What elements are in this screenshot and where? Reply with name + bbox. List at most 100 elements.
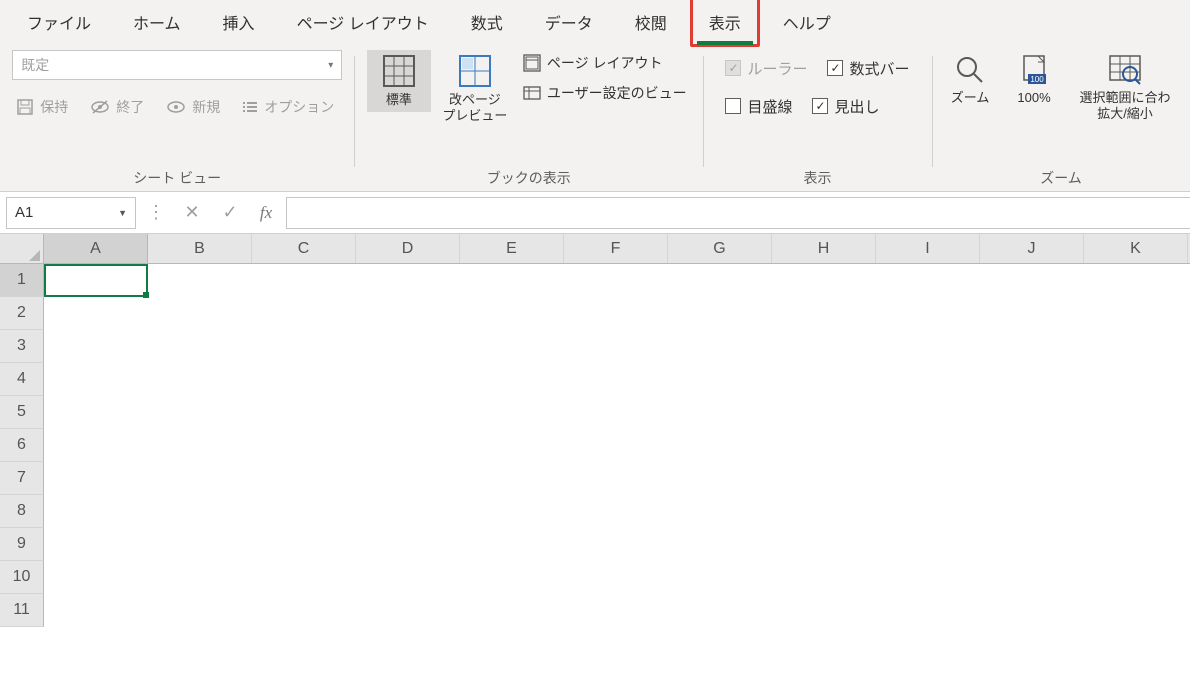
normal-view-icon <box>382 54 416 88</box>
gridlines-label: 目盛線 <box>747 96 792 117</box>
name-box-value: A1 <box>15 204 33 221</box>
spreadsheet-grid: A B C D E F G H I J K 1 2 3 4 5 6 7 8 9 … <box>0 234 1190 695</box>
row-header[interactable]: 2 <box>0 297 44 330</box>
zoom-label: ズーム <box>951 90 990 106</box>
page-layout-view-label: ページ レイアウト <box>547 53 663 73</box>
formula-bar-checkbox[interactable]: 数式バー <box>825 56 911 80</box>
column-header[interactable]: H <box>772 234 876 263</box>
column-header[interactable]: F <box>564 234 668 263</box>
group-zoom-label: ズーム <box>1040 167 1082 189</box>
formula-bar-row: A1 ▼ ⋮ ✕ ✓ fx <box>0 192 1190 234</box>
page-layout-icon <box>523 54 541 72</box>
group-show: ルーラー 数式バー 目盛線 見出し 表示 <box>703 44 932 191</box>
exit-button[interactable]: 終了 <box>86 94 148 120</box>
row-header[interactable]: 8 <box>0 495 44 528</box>
checkbox-icon <box>725 98 741 114</box>
row-header[interactable]: 9 <box>0 528 44 561</box>
column-header[interactable]: A <box>44 234 148 263</box>
options-button[interactable]: オプション <box>238 94 338 120</box>
column-header[interactable]: B <box>148 234 252 263</box>
formula-input[interactable] <box>286 197 1190 229</box>
tab-formulas[interactable]: 数式 <box>452 0 522 47</box>
normal-view-button[interactable]: 標準 <box>367 50 431 112</box>
row-header[interactable]: 11 <box>0 594 44 627</box>
column-header[interactable]: D <box>356 234 460 263</box>
eye-icon <box>166 100 186 114</box>
row: 6 <box>0 429 1190 462</box>
eye-off-icon <box>90 100 110 114</box>
row-header[interactable]: 6 <box>0 429 44 462</box>
custom-views-label: ユーザー設定のビュー <box>547 83 687 103</box>
row-header[interactable]: 4 <box>0 363 44 396</box>
tab-review[interactable]: 校閲 <box>616 0 686 47</box>
cancel-formula-button: ✕ <box>176 197 208 229</box>
svg-text:100: 100 <box>1030 75 1044 84</box>
cell-A1[interactable] <box>44 264 148 297</box>
row: 10 <box>0 561 1190 594</box>
group-workbook-views-label: ブックの表示 <box>487 167 571 189</box>
zoom-100-button[interactable]: 100 100% <box>1006 50 1062 110</box>
row: 2 <box>0 297 1190 330</box>
row: 1 <box>0 264 1190 297</box>
tab-insert[interactable]: 挿入 <box>204 0 274 47</box>
headings-label: 見出し <box>834 96 879 117</box>
checkbox-icon <box>725 60 741 76</box>
page-layout-view-button[interactable]: ページ レイアウト <box>519 50 691 76</box>
column-header[interactable]: E <box>460 234 564 263</box>
zoom-button[interactable]: ズーム <box>942 50 998 110</box>
fx-icon[interactable]: fx <box>252 203 280 223</box>
ruler-label: ルーラー <box>747 58 807 79</box>
checkbox-icon <box>812 98 828 114</box>
tab-help[interactable]: ヘルプ <box>764 0 850 47</box>
zoom-100-label: 100% <box>1017 90 1050 106</box>
ribbon-tabs: ファイル ホーム 挿入 ページ レイアウト 数式 データ 校閲 表示 ヘルプ <box>0 0 1190 44</box>
row-header[interactable]: 5 <box>0 396 44 429</box>
row-header[interactable]: 7 <box>0 462 44 495</box>
chevron-down-icon: ▼ <box>118 208 127 218</box>
column-header[interactable]: J <box>980 234 1084 263</box>
page-break-label: 改ページ プレビュー <box>442 92 507 125</box>
zoom-to-selection-button[interactable]: 選択範囲に合わ 拡大/縮小 <box>1070 50 1180 127</box>
ruler-checkbox: ルーラー <box>723 56 809 80</box>
custom-views-button[interactable]: ユーザー設定のビュー <box>519 80 691 106</box>
list-icon <box>242 100 258 114</box>
enter-formula-button: ✓ <box>214 197 246 229</box>
row: 8 <box>0 495 1190 528</box>
row-header[interactable]: 10 <box>0 561 44 594</box>
column-header[interactable]: C <box>252 234 356 263</box>
row-header[interactable]: 3 <box>0 330 44 363</box>
save-icon <box>16 98 34 116</box>
options-label: オプション <box>264 97 334 117</box>
group-sheet-view-label: シート ビュー <box>133 167 221 189</box>
tab-data[interactable]: データ <box>526 0 612 47</box>
sheet-view-combo[interactable]: 既定 ▾ <box>12 50 342 80</box>
checkbox-icon <box>827 60 843 76</box>
row: 4 <box>0 363 1190 396</box>
new-button[interactable]: 新規 <box>162 94 224 120</box>
zoom-selection-icon <box>1108 54 1142 86</box>
separator-icon: ⋮ <box>142 202 170 223</box>
tab-home[interactable]: ホーム <box>114 0 200 47</box>
chevron-down-icon: ▾ <box>328 60 333 71</box>
headings-checkbox[interactable]: 見出し <box>810 94 881 118</box>
tab-page-layout[interactable]: ページ レイアウト <box>278 0 448 47</box>
custom-views-icon <box>523 84 541 102</box>
tab-file[interactable]: ファイル <box>8 0 110 47</box>
magnifier-icon <box>954 54 986 86</box>
column-header[interactable]: I <box>876 234 980 263</box>
column-header[interactable]: G <box>668 234 772 263</box>
keep-button[interactable]: 保持 <box>12 94 72 120</box>
page-break-icon <box>458 54 492 88</box>
name-box[interactable]: A1 ▼ <box>6 197 136 229</box>
page-break-preview-button[interactable]: 改ページ プレビュー <box>439 50 511 129</box>
row-header[interactable]: 1 <box>0 264 44 297</box>
group-sheet-view: 既定 ▾ 保持 終了 新規 オプション <box>0 44 354 191</box>
column-header[interactable]: K <box>1084 234 1188 263</box>
gridlines-checkbox[interactable]: 目盛線 <box>723 94 794 118</box>
keep-label: 保持 <box>40 97 68 117</box>
select-all-corner[interactable] <box>0 234 44 263</box>
sheet-view-combo-value: 既定 <box>21 55 49 75</box>
exit-label: 終了 <box>116 97 144 117</box>
page-100-icon: 100 <box>1018 54 1050 86</box>
tab-view[interactable]: 表示 <box>690 0 760 47</box>
